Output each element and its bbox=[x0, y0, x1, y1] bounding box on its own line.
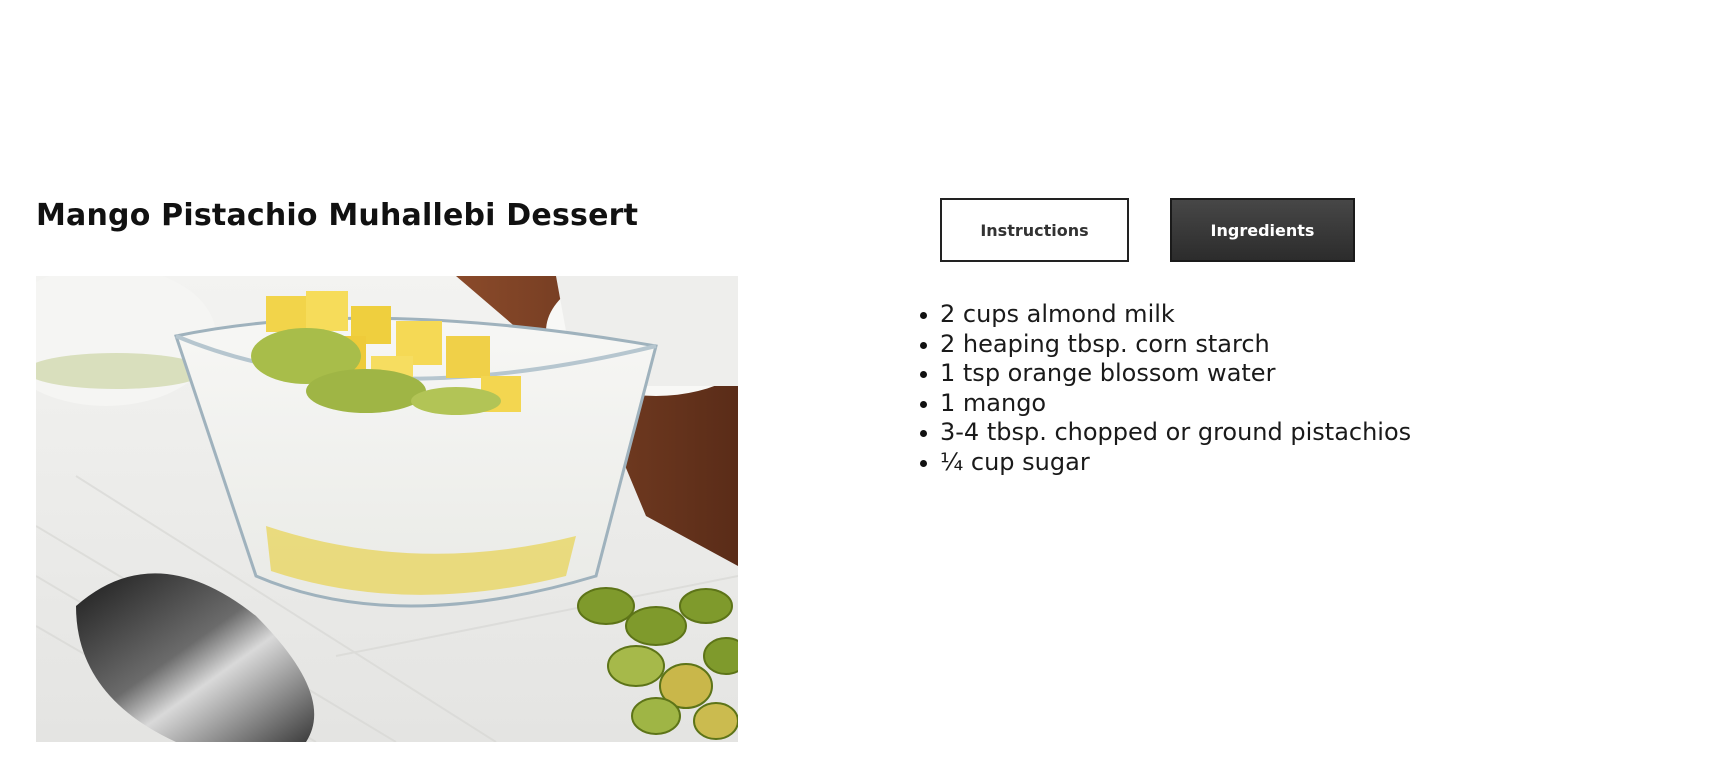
ingredients-list: 2 cups almond milk 2 heaping tbsp. corn … bbox=[919, 300, 1412, 478]
list-item: ¼ cup sugar bbox=[919, 448, 1411, 478]
recipe-photo bbox=[36, 276, 738, 742]
tab-instructions[interactable]: Instructions bbox=[940, 198, 1129, 262]
recipe-title: Mango Pistachio Muhallebi Dessert bbox=[36, 198, 639, 233]
tab-ingredients[interactable]: Ingredients bbox=[1170, 198, 1355, 262]
list-item: 3-4 tbsp. chopped or ground pistachios bbox=[919, 418, 1412, 446]
list-item: 2 heaping tbsp. corn starch bbox=[919, 330, 1411, 360]
list-item: 1 mango bbox=[919, 389, 1411, 419]
list-item: 1 tsp orange blossom water bbox=[919, 359, 1411, 389]
list-item: 2 cups almond milk bbox=[919, 300, 1411, 330]
